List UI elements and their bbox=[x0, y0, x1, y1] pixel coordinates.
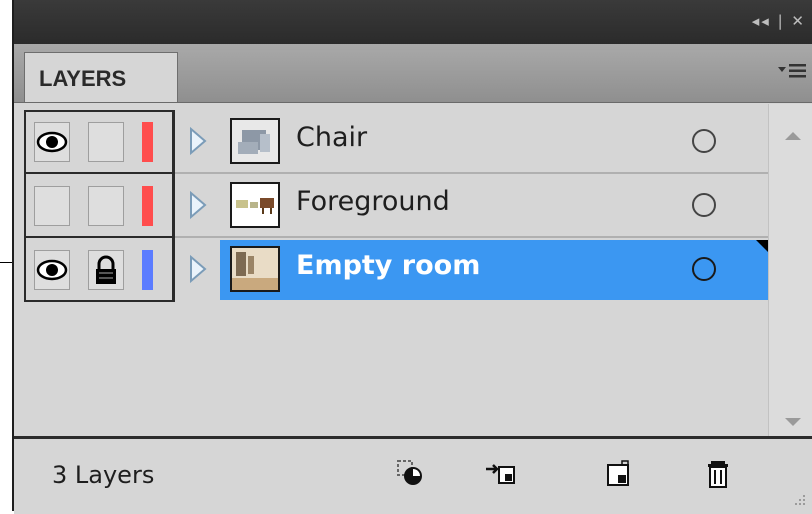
panel-footer: 3 Layers bbox=[14, 436, 812, 514]
create-sublayer-icon[interactable] bbox=[484, 457, 516, 489]
target-circle-icon[interactable] bbox=[692, 193, 716, 217]
layer-row-chair[interactable]: Chair bbox=[24, 110, 768, 174]
eye-icon bbox=[36, 131, 68, 153]
expand-triangle-icon[interactable] bbox=[188, 190, 208, 220]
layers-list: Chair Foreground Empty room bbox=[14, 104, 812, 436]
visibility-toggle[interactable] bbox=[34, 122, 70, 162]
layer-name[interactable]: Empty room bbox=[296, 250, 480, 281]
selected-art-indicator bbox=[756, 240, 768, 252]
tab-label: LAYERS bbox=[39, 66, 127, 91]
layer-thumbnail-empty-room bbox=[230, 246, 280, 292]
target-circle-icon[interactable] bbox=[692, 257, 716, 281]
vertical-scrollbar[interactable] bbox=[768, 104, 812, 436]
expand-triangle-icon[interactable] bbox=[188, 254, 208, 284]
column-separator bbox=[172, 238, 175, 302]
layer-row-empty-room[interactable]: Empty room bbox=[24, 238, 768, 302]
layer-name[interactable]: Chair bbox=[296, 122, 367, 153]
visibility-toggle[interactable] bbox=[34, 186, 70, 226]
create-new-layer-icon[interactable] bbox=[602, 457, 634, 489]
layer-name[interactable]: Foreground bbox=[296, 186, 450, 217]
scroll-down-arrow-icon[interactable] bbox=[785, 418, 801, 426]
layer-count: 3 Layers bbox=[52, 461, 155, 489]
panel-titlebar: ◂◂ | ✕ bbox=[14, 0, 812, 44]
column-separator bbox=[172, 110, 175, 174]
column-separator bbox=[172, 174, 175, 238]
panel-menu-icon[interactable] bbox=[778, 62, 806, 82]
scroll-up-arrow-icon[interactable] bbox=[785, 132, 801, 140]
delete-layer-icon[interactable] bbox=[702, 457, 734, 489]
lock-toggle[interactable] bbox=[88, 250, 124, 290]
lock-icon bbox=[96, 255, 116, 284]
layer-color-indicator bbox=[142, 122, 153, 162]
layer-row-foreground[interactable]: Foreground bbox=[24, 174, 768, 238]
tab-layers[interactable]: LAYERS bbox=[24, 52, 178, 102]
target-circle-icon[interactable] bbox=[692, 129, 716, 153]
lock-toggle[interactable] bbox=[88, 186, 124, 226]
make-clipping-mask-icon[interactable] bbox=[394, 457, 426, 489]
visibility-toggle[interactable] bbox=[34, 250, 70, 290]
layers-panel: ◂◂ | ✕ LAYERS Chair Foreground Empty roo… bbox=[12, 0, 812, 514]
lock-toggle[interactable] bbox=[88, 122, 124, 162]
resize-grip-icon[interactable] bbox=[792, 492, 806, 506]
layer-color-indicator bbox=[142, 186, 153, 226]
layer-color-indicator bbox=[142, 250, 153, 290]
collapse-close-controls[interactable]: ◂◂ | ✕ bbox=[752, 12, 806, 30]
eye-icon bbox=[36, 259, 68, 281]
expand-triangle-icon[interactable] bbox=[188, 126, 208, 156]
layer-thumbnail-chair bbox=[230, 118, 280, 164]
panel-tab-row: LAYERS bbox=[14, 44, 812, 103]
layer-thumbnail-foreground bbox=[230, 182, 280, 228]
